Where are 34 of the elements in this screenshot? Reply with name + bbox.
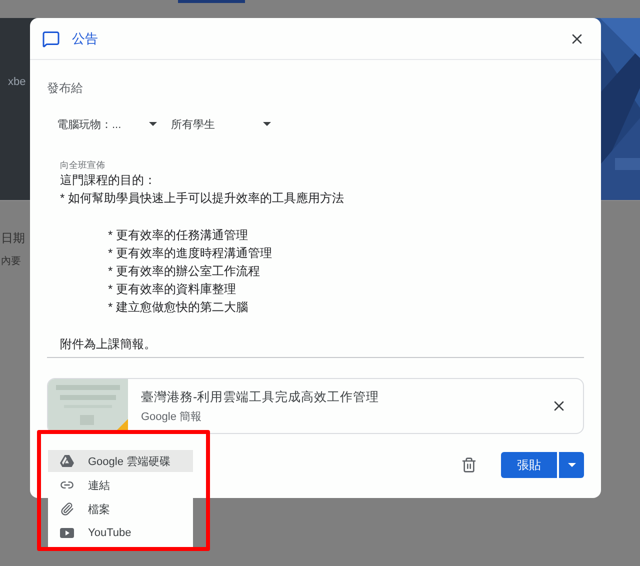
background-text: 日期 (1, 230, 25, 247)
attachment-type: Google 簡報 (141, 410, 203, 424)
announcement-line: * 更有效率的進度時程溝通管理 (108, 245, 272, 262)
caret-icon (568, 463, 576, 467)
menu-item[interactable]: 連結 (48, 474, 193, 496)
announcement-line: * 如何幫助學員快速上手可以提升效率的工具應用方法 (60, 190, 344, 207)
caret-icon (263, 122, 271, 126)
attachment-title: 臺灣港務-利用雲端工具完成高效工作管理 (141, 388, 380, 406)
background-text: 內要 (1, 254, 21, 269)
paperclip-icon (60, 502, 74, 516)
audience-dropdown[interactable]: 電腦玩物：... (57, 113, 157, 135)
tab-indicator (178, 0, 245, 3)
post-options-button[interactable] (559, 452, 584, 478)
audience-dropdown[interactable]: 所有學生 (171, 113, 271, 135)
video-play-icon (60, 528, 74, 538)
announcement-line: * 更有效率的辦公室工作流程 (108, 263, 260, 280)
message-icon (42, 30, 60, 48)
announcement-line: * 更有效率的任務溝通管理 (108, 227, 248, 244)
announcement-line: * 更有效率的資料庫整理 (108, 281, 236, 298)
announcement-line: * 建立愈做愈快的第二大腦 (108, 299, 248, 316)
dialog-title: 公告 (72, 30, 99, 48)
announcement-field[interactable]: 向全班宣佈 這門課程的目的： * 如何幫助學員快速上手可以提升效率的工具應用方法 * 更有效率的任務溝通管理 * 更有效率的進度時程溝通管理 * 更有效率的辦公室工作流程 * 更有效率的資料庫整理 * 建立愈做愈快的第二大腦 附件為上課簡報。 (47, 159, 584, 358)
drive-icon (60, 455, 74, 467)
trash-icon (461, 457, 477, 473)
attachment-card[interactable]: 臺灣港務-利用雲端工具完成高效工作管理 Google 簡報 (47, 378, 584, 434)
class-subtitle: xbe (8, 76, 26, 88)
audience-label: 發布給 (47, 80, 84, 97)
announcement-line: 這門課程的目的： (60, 172, 156, 189)
menu-item[interactable]: 檔案 (48, 498, 193, 520)
post-button[interactable]: 張貼 (501, 452, 557, 478)
announcement-line: 附件為上課簡報。 (60, 336, 156, 353)
menu-item[interactable]: YouTube (48, 522, 193, 544)
menu-item[interactable]: Google 雲端硬碟 (48, 450, 193, 472)
caret-icon (149, 122, 157, 126)
